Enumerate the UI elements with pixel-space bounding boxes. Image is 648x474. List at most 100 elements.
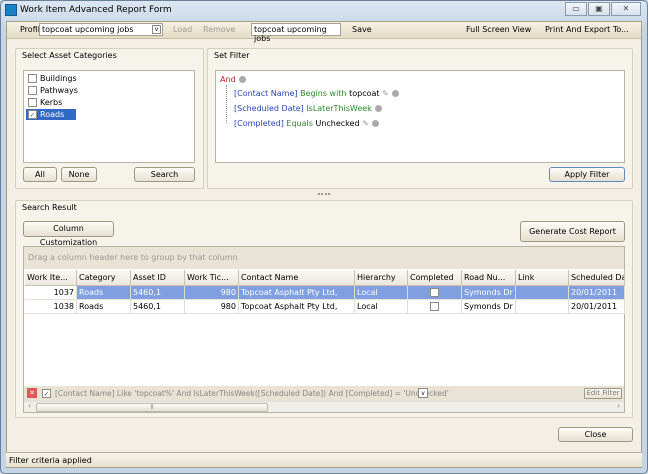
condition-operator: IsLaterThisWeek bbox=[306, 104, 372, 113]
column-header[interactable]: Work Ite... bbox=[25, 270, 77, 286]
cell-asset_id[interactable]: 5460,1 bbox=[131, 286, 185, 300]
load-button[interactable]: Load bbox=[173, 25, 192, 34]
category-pathways[interactable]: Pathways bbox=[26, 85, 146, 96]
column-header[interactable]: Link bbox=[516, 270, 569, 286]
window-title: Work Item Advanced Report Form bbox=[20, 5, 172, 15]
cell-completed[interactable] bbox=[408, 300, 462, 314]
column-header[interactable]: Completed bbox=[408, 270, 462, 286]
filter-condition[interactable]: [Contact Name] Begins with topcoat ✎ bbox=[234, 89, 399, 98]
cell-road[interactable]: Symonds Dr bbox=[462, 286, 516, 300]
completed-checkbox[interactable] bbox=[430, 302, 439, 311]
categories-list: Buildings Pathways Kerbs ✓ Roads bbox=[23, 70, 195, 163]
cell-link[interactable] bbox=[516, 300, 569, 314]
column-header[interactable]: Work Tic... bbox=[185, 270, 239, 286]
edit-pencil-icon[interactable]: ✎ bbox=[362, 119, 369, 128]
cell-asset_id[interactable]: 5460,1 bbox=[131, 300, 185, 314]
scroll-left-icon[interactable]: ‹ bbox=[25, 402, 34, 412]
maximize-button[interactable]: ▣ bbox=[588, 2, 610, 16]
minimize-button[interactable]: ▭ bbox=[565, 2, 587, 16]
remove-condition-icon[interactable] bbox=[374, 105, 382, 112]
cell-category[interactable]: Roads bbox=[77, 286, 131, 300]
search-button[interactable]: Search bbox=[134, 167, 195, 182]
condition-operator: Begins with bbox=[300, 89, 347, 98]
cell-date[interactable]: 20/01/2011 bbox=[569, 286, 625, 300]
remove-condition-icon[interactable] bbox=[371, 120, 379, 127]
category-buildings[interactable]: Buildings bbox=[26, 73, 146, 84]
cell-completed[interactable] bbox=[408, 286, 462, 300]
cell-contact[interactable]: Topcoat Asphalt Pty Ltd, bbox=[239, 300, 355, 314]
scroll-right-icon[interactable]: › bbox=[614, 402, 623, 412]
profile-name-input[interactable]: topcoat upcoming jobs bbox=[251, 23, 341, 43]
category-label: Pathways bbox=[40, 86, 78, 95]
close-button[interactable]: Close bbox=[558, 427, 633, 442]
save-button[interactable]: Save bbox=[352, 25, 372, 34]
cell-work_item[interactable]: 1038 bbox=[25, 300, 77, 314]
cell-date[interactable]: 20/01/2011 bbox=[569, 300, 625, 314]
filter-history-dropdown[interactable]: v bbox=[418, 388, 428, 398]
condition-operator: Equals bbox=[286, 119, 313, 128]
chevron-down-icon[interactable]: v bbox=[152, 25, 161, 34]
cell-category[interactable]: Roads bbox=[77, 300, 131, 314]
column-header[interactable]: Road Nu... bbox=[462, 270, 516, 286]
checkbox-checked[interactable]: ✓ bbox=[28, 110, 37, 119]
clear-filter-icon[interactable]: ✕ bbox=[27, 388, 37, 398]
status-bar: Filter criteria applied bbox=[6, 452, 642, 467]
cell-hierarchy[interactable]: Local bbox=[355, 286, 408, 300]
column-header[interactable]: Hierarchy bbox=[355, 270, 408, 286]
filter-expression: [Contact Name] Like 'topcoat%' And IsLat… bbox=[55, 389, 449, 398]
completed-checkbox[interactable] bbox=[430, 288, 439, 297]
status-text: Filter criteria applied bbox=[9, 456, 92, 465]
category-label: Kerbs bbox=[40, 98, 63, 107]
category-label: Roads bbox=[40, 110, 65, 119]
checkbox[interactable] bbox=[28, 86, 37, 95]
none-button[interactable]: None bbox=[61, 167, 97, 182]
tree-line bbox=[226, 85, 227, 123]
cell-link[interactable] bbox=[516, 286, 569, 300]
column-header[interactable]: Scheduled Date bbox=[569, 270, 625, 286]
cell-work_ticket[interactable]: 980 bbox=[185, 300, 239, 314]
filter-enabled-checkbox[interactable]: ✓ bbox=[42, 389, 51, 398]
condition-field: [Contact Name] bbox=[234, 89, 298, 98]
column-header[interactable]: Category bbox=[77, 270, 131, 286]
horizontal-scrollbar[interactable]: ‹ ll › bbox=[24, 401, 624, 412]
checkbox[interactable] bbox=[28, 98, 37, 107]
all-button[interactable]: All bbox=[23, 167, 57, 182]
generate-cost-report-button[interactable]: Generate Cost Report bbox=[520, 221, 625, 242]
scroll-thumb[interactable]: ll bbox=[36, 403, 268, 412]
profile-value: topcoat upcoming jobs bbox=[42, 25, 134, 34]
cell-hierarchy[interactable]: Local bbox=[355, 300, 408, 314]
condition-field: [Completed] bbox=[234, 119, 284, 128]
remove-button[interactable]: Remove bbox=[203, 25, 235, 34]
app-icon bbox=[5, 4, 17, 16]
filter-condition[interactable]: [Scheduled Date] IsLaterThisWeek bbox=[234, 104, 382, 113]
remove-condition-icon[interactable] bbox=[391, 90, 399, 97]
cell-work_item[interactable]: 1037 bbox=[25, 286, 77, 300]
close-window-button[interactable]: ✕ bbox=[611, 2, 641, 16]
column-customization-button[interactable]: Column Customization bbox=[23, 221, 114, 247]
profile-dropdown[interactable]: topcoat upcoming jobs v bbox=[39, 23, 163, 36]
condition-field: [Scheduled Date] bbox=[234, 104, 304, 113]
checkbox[interactable] bbox=[28, 74, 37, 83]
splitter-handle[interactable] bbox=[318, 193, 330, 195]
filter-condition[interactable]: [Completed] Equals Unchecked ✎ bbox=[234, 119, 379, 128]
column-header[interactable]: Asset ID bbox=[131, 270, 185, 286]
apply-filter-button[interactable]: Apply Filter bbox=[549, 167, 625, 182]
full-screen-button[interactable]: Full Screen View bbox=[466, 25, 531, 34]
cell-road[interactable]: Symonds Dr bbox=[462, 300, 516, 314]
filter-root-operator[interactable]: And bbox=[220, 75, 236, 84]
cell-contact[interactable]: Topcoat Asphalt Pty Ltd, bbox=[239, 286, 355, 300]
category-kerbs[interactable]: Kerbs bbox=[26, 97, 146, 108]
asset-categories-title: Select Asset Categories bbox=[22, 51, 117, 60]
edit-filter-button[interactable]: Edit Filter bbox=[584, 388, 622, 399]
column-header[interactable]: Contact Name bbox=[239, 270, 355, 286]
cell-work_ticket[interactable]: 980 bbox=[185, 286, 239, 300]
print-export-button[interactable]: Print And Export To... bbox=[545, 25, 629, 34]
condition-value: topcoat bbox=[349, 89, 380, 98]
set-filter-title: Set Filter bbox=[214, 51, 250, 60]
group-by-panel[interactable]: Drag a column header here to group by th… bbox=[24, 247, 624, 269]
add-condition-icon[interactable] bbox=[238, 76, 246, 83]
edit-pencil-icon[interactable]: ✎ bbox=[382, 89, 389, 98]
filter-editor: And [Contact Name] Begins with topcoat ✎… bbox=[215, 70, 625, 163]
category-roads[interactable]: ✓ Roads bbox=[26, 109, 76, 120]
condition-value: Unchecked bbox=[315, 119, 360, 128]
